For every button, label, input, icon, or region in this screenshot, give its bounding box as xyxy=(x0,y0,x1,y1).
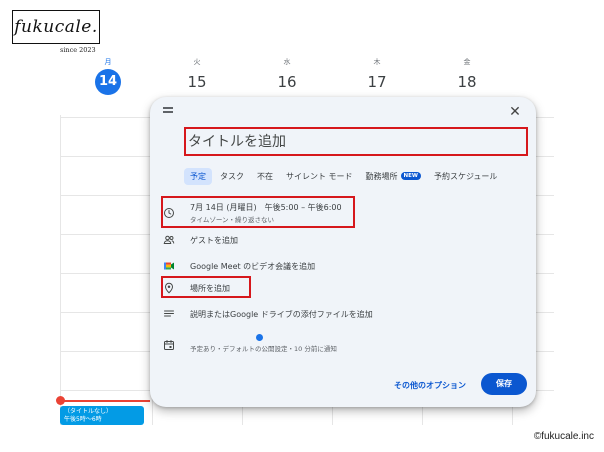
more-options-button[interactable]: その他のオプション xyxy=(394,380,466,391)
calendar-color-dot[interactable] xyxy=(256,334,263,341)
new-badge: NEW xyxy=(400,172,421,180)
description-icon xyxy=(164,310,174,317)
event-quick-create-dialog: ✕ 予定 タスク 不在 サイレント モード 勤務場所 NEW 予約スケジュール … xyxy=(150,97,536,407)
day-weekday: 金 xyxy=(463,58,471,66)
tab-task[interactable]: タスク xyxy=(220,171,244,182)
people-icon xyxy=(163,235,175,244)
day-number[interactable]: 17 xyxy=(364,69,390,95)
event-title: （タイトルなし） xyxy=(64,408,113,415)
tab-focus-time[interactable]: サイレント モード xyxy=(286,171,353,182)
tab-label: 勤務場所 xyxy=(365,171,398,181)
add-description-field[interactable]: 説明またはGoogle ドライブの添付ファイルを追加 xyxy=(190,309,373,320)
close-icon: ✕ xyxy=(509,104,521,120)
logo: fukucale. xyxy=(12,10,100,44)
day-header-wed[interactable]: 水 16 xyxy=(267,55,307,95)
datetime-text[interactable]: 7月 14日 (月曜日) 午後5:00 – 午後6:00 xyxy=(190,202,342,213)
tab-working-location[interactable]: 勤務場所 NEW xyxy=(366,171,421,182)
current-time-dot xyxy=(56,396,65,405)
calendar-status-text[interactable]: 予定あり・デフォルトの公開設定・10 分前に通知 xyxy=(190,343,337,353)
tab-event[interactable]: 予定 xyxy=(184,167,212,185)
calendar-icon xyxy=(164,340,174,350)
save-button[interactable]: 保存 xyxy=(481,373,527,395)
add-google-meet-link[interactable]: Google Meet のビデオ会議を追加 xyxy=(190,261,315,272)
title-input[interactable] xyxy=(186,130,522,155)
day-weekday: 月 xyxy=(104,58,112,66)
copyright-text: ©fukucale.inc xyxy=(533,431,594,442)
event-time: 午後5時〜6時 xyxy=(64,415,102,423)
grid-line xyxy=(60,115,61,425)
day-number[interactable]: 14 xyxy=(95,69,121,95)
event-type-tabs: 予定 タスク 不在 サイレント モード 勤務場所 NEW 予約スケジュール xyxy=(184,167,510,185)
logo-tagline: since 2023 xyxy=(60,46,96,54)
clock-icon xyxy=(164,208,174,218)
day-weekday: 水 xyxy=(283,58,291,66)
day-header-mon[interactable]: 月 14 xyxy=(88,55,128,95)
close-button[interactable]: ✕ xyxy=(506,103,524,121)
tab-appointment-schedule[interactable]: 予約スケジュール xyxy=(434,171,497,182)
drag-handle-icon[interactable] xyxy=(163,107,173,115)
tab-out-of-office[interactable]: 不在 xyxy=(257,171,273,182)
day-header-thu[interactable]: 木 17 xyxy=(357,55,397,95)
location-pin-icon xyxy=(164,282,174,294)
event-chip[interactable]: （タイトルなし） 午後5時〜6時 xyxy=(60,406,144,425)
day-number[interactable]: 18 xyxy=(454,69,480,95)
google-meet-icon xyxy=(164,262,174,270)
add-guests-field[interactable]: ゲストを追加 xyxy=(190,235,238,246)
day-header-fri[interactable]: 金 18 xyxy=(447,55,487,95)
day-number[interactable]: 16 xyxy=(274,69,300,95)
day-weekday: 木 xyxy=(373,58,381,66)
day-number[interactable]: 15 xyxy=(184,69,210,95)
current-time-line xyxy=(60,400,150,402)
day-weekday: 火 xyxy=(193,58,201,66)
day-header-tue[interactable]: 火 15 xyxy=(177,55,217,95)
add-location-field[interactable]: 場所を追加 xyxy=(190,283,230,294)
timezone-repeat-text[interactable]: タイムゾーン・繰り返さない xyxy=(190,214,274,224)
